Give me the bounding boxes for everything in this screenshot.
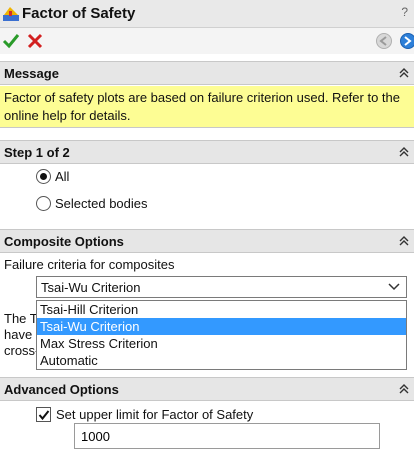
ok-check-icon[interactable] — [2, 32, 20, 50]
radio-button[interactable] — [36, 195, 51, 211]
upper-limit-checkbox-row[interactable]: Set upper limit for Factor of Safety — [36, 404, 253, 424]
dropdown-option-max-stress[interactable]: Max Stress Criterion — [37, 335, 406, 352]
step-panel-header[interactable]: Step 1 of 2 — [0, 140, 414, 164]
failure-criteria-dropdown-list[interactable]: Tsai-Hill Criterion Tsai-Wu Criterion Ma… — [36, 300, 407, 370]
collapse-chevron-icon[interactable] — [398, 382, 410, 396]
chevron-down-icon[interactable] — [388, 282, 400, 292]
message-panel-header[interactable]: Message — [0, 61, 414, 85]
radio-button[interactable] — [36, 168, 51, 184]
composite-panel-title: Composite Options — [4, 234, 124, 249]
back-arrow-icon[interactable] — [375, 32, 393, 50]
upper-limit-input[interactable] — [74, 423, 380, 449]
composite-panel-header[interactable]: Composite Options — [0, 229, 414, 253]
property-manager-header: Factor of Safety ? — [0, 0, 414, 28]
collapse-chevron-icon[interactable] — [398, 66, 410, 80]
forward-arrow-icon[interactable] — [399, 32, 414, 50]
radio-all-label: All — [55, 168, 70, 184]
radio-selected-bodies[interactable]: Selected bodies — [36, 193, 148, 213]
dropdown-option-tsai-wu[interactable]: Tsai-Wu Criterion — [37, 318, 406, 335]
help-icon[interactable]: ? — [401, 5, 408, 19]
message-panel-title: Message — [4, 66, 59, 81]
message-text: Factor of safety plots are based on fail… — [0, 86, 414, 128]
dropdown-option-tsai-hill[interactable]: Tsai-Hill Criterion — [37, 301, 406, 318]
failure-criteria-label: Failure criteria for composites — [4, 257, 175, 272]
failure-criteria-selected-value: Tsai-Wu Criterion — [41, 280, 141, 295]
advanced-panel-header[interactable]: Advanced Options — [0, 377, 414, 401]
factor-of-safety-icon — [3, 7, 19, 21]
advanced-panel-title: Advanced Options — [4, 382, 119, 397]
step-panel-title: Step 1 of 2 — [4, 145, 70, 160]
upper-limit-checkbox[interactable] — [36, 406, 51, 422]
checkmark-icon — [38, 409, 50, 420]
cancel-x-icon[interactable] — [26, 32, 44, 50]
page-title: Factor of Safety — [22, 5, 136, 22]
collapse-chevron-icon[interactable] — [398, 145, 410, 159]
dropdown-option-automatic[interactable]: Automatic — [37, 352, 406, 369]
failure-criteria-select[interactable]: Tsai-Wu Criterion — [36, 276, 407, 298]
composite-info-text: The T have cross- — [4, 311, 40, 358]
upper-limit-label: Set upper limit for Factor of Safety — [56, 406, 254, 422]
radio-all[interactable]: All — [36, 166, 69, 186]
action-toolbar — [0, 28, 414, 54]
radio-selected-bodies-label: Selected bodies — [55, 195, 148, 211]
collapse-chevron-icon[interactable] — [398, 234, 410, 248]
